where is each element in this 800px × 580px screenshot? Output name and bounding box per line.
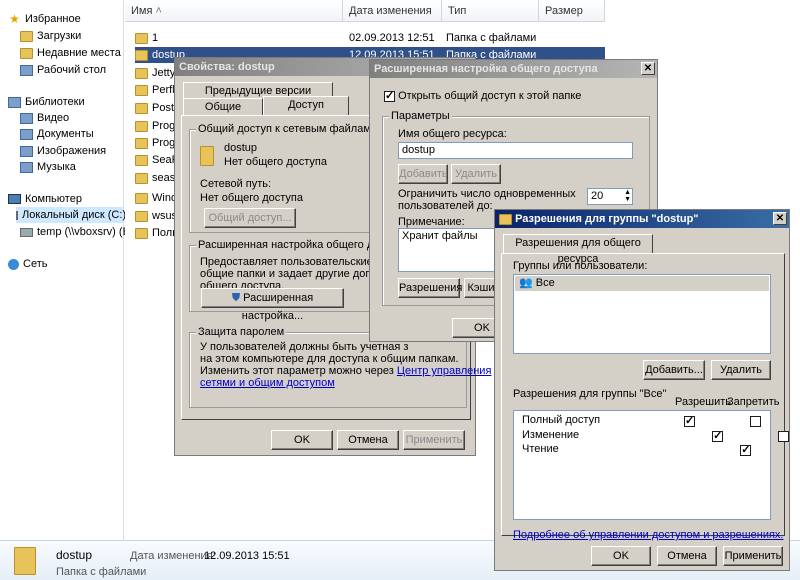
allow-change-checkbox[interactable] <box>712 429 724 442</box>
navigation-pane: ★ Избранное Загрузки Недавние места Рабоч… <box>0 0 137 540</box>
network-center-link-2[interactable]: сетями и общим доступом <box>200 377 335 389</box>
nav-music[interactable]: Музыка <box>20 159 76 175</box>
folder-icon <box>14 547 36 575</box>
apply-button[interactable]: Применить <box>403 430 465 450</box>
folder-icon <box>135 67 148 79</box>
sort-up-icon: ˄ <box>155 5 162 17</box>
network-center-link[interactable]: Центр управления <box>397 365 492 377</box>
column-size[interactable]: Размер <box>539 0 605 22</box>
nav-recent[interactable]: Недавние места <box>20 45 121 61</box>
advanced-title-bar: Расширенная настройка общего доступа ✕ <box>370 60 657 78</box>
folder-icon <box>135 102 148 114</box>
open-share-checkbox[interactable]: Открыть общий доступ к этой папке <box>384 89 581 102</box>
share-name-field[interactable]: dostup <box>398 142 633 159</box>
permissions-title-bar: Разрешения для группы "dostup" ✕ <box>495 210 789 228</box>
perm-ok-button[interactable]: OK <box>591 546 651 566</box>
checkbox-icon <box>384 89 395 102</box>
share-button[interactable]: Общий доступ... <box>204 208 296 228</box>
network-drive-icon <box>20 227 33 237</box>
nav-libraries[interactable]: Библиотеки <box>8 94 85 110</box>
nav-documents[interactable]: Документы <box>20 126 94 142</box>
close-icon[interactable]: ✕ <box>773 212 787 225</box>
folder-icon <box>135 210 148 222</box>
folder-icon <box>200 146 214 166</box>
shield-icon: ⛊ <box>231 292 241 304</box>
nav-favorites[interactable]: ★ Избранное <box>8 11 81 27</box>
images-icon <box>20 145 33 157</box>
video-icon <box>20 112 33 124</box>
remove-user-button[interactable]: Удалить <box>711 360 771 380</box>
add-user-button[interactable]: Добавить... <box>643 360 705 380</box>
permissions-button[interactable]: Разрешения <box>398 278 462 298</box>
file-row[interactable]: 1 02.09.2013 12:51 Папка с файлами <box>135 30 605 46</box>
user-limit-spinner[interactable]: 20 ▲ ▼ <box>587 188 633 205</box>
folder-icon <box>135 137 148 149</box>
nav-video[interactable]: Видео <box>20 110 69 126</box>
folder-icon <box>135 49 148 61</box>
music-icon <box>20 161 33 173</box>
group-item-all[interactable]: 👥 Все <box>515 276 769 291</box>
nav-network[interactable]: Сеть <box>8 256 47 272</box>
add-name-button[interactable]: Добавить <box>398 164 448 184</box>
advanced-settings-button[interactable]: ⛊ Расширенная настройка... <box>201 288 344 322</box>
caching-button[interactable]: Кэши <box>464 278 498 298</box>
access-help-link[interactable]: Подробнее об управлении доступом и разре… <box>513 529 783 541</box>
library-icon <box>8 96 21 108</box>
allow-full-checkbox[interactable] <box>684 414 695 427</box>
desktop-icon <box>20 64 33 76</box>
permissions-list: Полный доступ Изменение Чтение <box>513 410 790 520</box>
folder-icon <box>135 84 148 96</box>
nav-images[interactable]: Изображения <box>20 143 106 159</box>
drive-icon <box>16 210 18 220</box>
nav-temp-drive[interactable]: temp (\\vboxsrv) (E:) <box>20 224 137 240</box>
deny-change-checkbox[interactable] <box>778 430 790 442</box>
remove-name-button[interactable]: Удалить <box>451 164 501 184</box>
close-icon[interactable]: ✕ <box>641 62 655 75</box>
nav-computer[interactable]: Компьютер <box>8 191 82 207</box>
nav-desktop[interactable]: Рабочий стол <box>20 62 106 78</box>
folder-icon <box>135 32 148 44</box>
password-group: Защита паролем У пользователей должны бы… <box>189 326 491 408</box>
nav-local-disk[interactable]: Локальный диск (C:) <box>16 207 126 223</box>
permissions-dialog: Разрешения для группы "dostup" ✕ Разрешен… <box>494 209 790 571</box>
cancel-button[interactable]: Отмена <box>337 430 399 450</box>
network-icon <box>8 258 19 270</box>
folder-icon <box>135 154 148 166</box>
users-icon: 👥 <box>519 277 533 289</box>
folder-icon <box>135 172 148 184</box>
folder-icon <box>135 192 148 204</box>
folder-icon <box>135 120 148 132</box>
spinner-arrows-icon: ▲ ▼ <box>624 189 631 203</box>
groups-list: 👥 Все <box>513 274 771 354</box>
allow-read-checkbox[interactable] <box>740 443 752 456</box>
computer-icon <box>8 194 21 204</box>
nav-downloads[interactable]: Загрузки <box>20 28 81 44</box>
tab-share-permissions[interactable]: Разрешения для общего ресурса <box>503 234 653 265</box>
deny-full-checkbox[interactable] <box>750 415 762 427</box>
column-date[interactable]: Дата изменения <box>343 0 442 22</box>
star-icon: ★ <box>9 12 20 26</box>
perm-cancel-button[interactable]: Отмена <box>657 546 717 566</box>
note-field[interactable]: Хранит файлы <box>398 228 498 272</box>
ok-button[interactable]: OK <box>271 430 333 450</box>
folder-icon <box>135 227 148 239</box>
tab-access[interactable]: Доступ <box>263 96 349 116</box>
column-name[interactable]: Имя ˄ <box>125 0 343 22</box>
folder-icon <box>499 213 512 225</box>
perm-apply-button[interactable]: Применить <box>723 546 783 566</box>
folder-icon <box>20 47 33 59</box>
folder-icon <box>20 30 33 42</box>
documents-icon <box>20 128 33 140</box>
column-type[interactable]: Тип <box>442 0 539 22</box>
tab-general[interactable]: Общие <box>183 98 263 115</box>
